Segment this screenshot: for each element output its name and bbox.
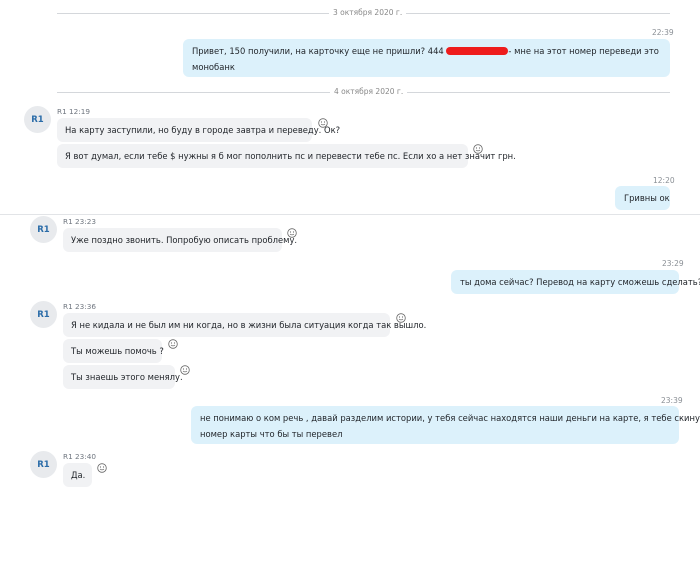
smiley-icon[interactable] <box>318 118 328 128</box>
avatar[interactable]: R1 <box>24 106 51 133</box>
message-text: монобанк <box>192 62 235 72</box>
message-text: На карту заступили, но буду в городе зав… <box>65 125 341 135</box>
avatar[interactable]: R1 <box>30 451 57 478</box>
message-time: 22:39 <box>652 28 674 37</box>
message-text: Я не кидала и не был им ни когда, но в ж… <box>71 320 427 330</box>
outgoing-message[interactable]: Гривны ок <box>615 186 670 210</box>
message-text: Ты можешь помочь ? <box>71 346 164 356</box>
sender-meta: R1 23:40 <box>63 452 97 461</box>
message-text: Я вот думал, если тебе $ нужны я б мог п… <box>65 151 516 161</box>
incoming-message[interactable]: Да. <box>63 463 92 487</box>
avatar[interactable]: R1 <box>30 301 57 328</box>
outgoing-message[interactable]: Привет, 150 получили, на карточку еще не… <box>183 39 670 77</box>
message-text: номер карты что бы ты перевел <box>200 429 343 439</box>
message-time: 12:20 <box>653 176 675 185</box>
date-label: 3 октября 2020 г. <box>329 6 407 20</box>
redaction-marker <box>446 47 509 55</box>
date-separator: 4 октября 2020 г. <box>57 85 670 99</box>
sender-meta: R1 12:19 <box>57 107 91 116</box>
smiley-icon[interactable] <box>168 339 178 349</box>
incoming-message[interactable]: На карту заступили, но буду в городе зав… <box>57 118 340 142</box>
sender-meta: R1 23:36 <box>63 302 97 311</box>
incoming-message[interactable]: Я не кидала и не был им ни когда, но в ж… <box>63 313 426 337</box>
message-text: Привет, 150 получили, на карточку еще не… <box>192 46 447 56</box>
incoming-message[interactable]: Ты можешь помочь ? <box>63 339 164 363</box>
smiley-icon[interactable] <box>287 228 297 238</box>
smiley-icon[interactable] <box>396 313 406 323</box>
message-text: Уже поздно звонить. Попробую описать про… <box>71 235 298 245</box>
message-time: 23:39 <box>661 396 683 405</box>
date-separator: 3 октября 2020 г. <box>57 6 670 20</box>
outgoing-message[interactable]: не понимаю о ком речь , давай разделим и… <box>191 406 700 444</box>
message-time: 23:29 <box>662 259 684 268</box>
smiley-icon[interactable] <box>97 463 107 473</box>
message-text: - мне на этот номер переведи это <box>508 46 659 56</box>
message-text: ты дома сейчас? Перевод на карту сможешь… <box>460 277 700 287</box>
smiley-icon[interactable] <box>473 144 483 154</box>
message-text: Гривны ок <box>624 193 670 203</box>
divider <box>0 214 700 215</box>
message-text: не понимаю о ком речь , давай разделим и… <box>200 413 700 423</box>
smiley-icon[interactable] <box>180 365 190 375</box>
incoming-message[interactable]: Я вот думал, если тебе $ нужны я б мог п… <box>57 144 516 168</box>
date-label: 4 октября 2020 г. <box>330 85 408 99</box>
avatar[interactable]: R1 <box>30 216 57 243</box>
message-text: Ты знаешь этого менялу. <box>71 372 183 382</box>
message-text: Да. <box>71 470 86 480</box>
sender-meta: R1 23:23 <box>63 217 97 226</box>
incoming-message[interactable]: Уже поздно звонить. Попробую описать про… <box>63 228 297 252</box>
incoming-message[interactable]: Ты знаешь этого менялу. <box>63 365 183 389</box>
outgoing-message[interactable]: ты дома сейчас? Перевод на карту сможешь… <box>451 270 700 294</box>
